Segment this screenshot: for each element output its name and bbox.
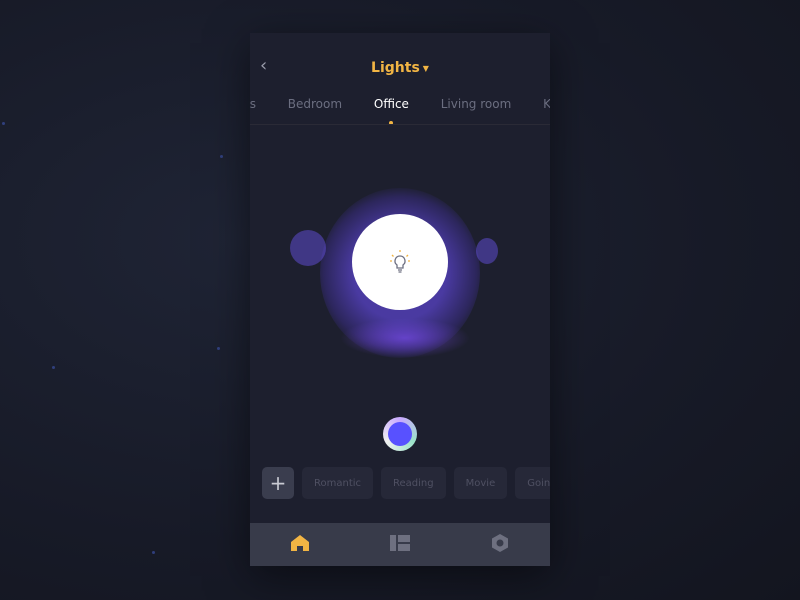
tab-bedroom[interactable]: Bedroom (288, 97, 342, 111)
selected-color-swatch (388, 422, 412, 446)
caret-down-icon: ▼ (422, 63, 429, 73)
tab-rooms[interactable]: ms (250, 97, 256, 111)
scene-reading[interactable]: Reading (381, 467, 446, 499)
particle (220, 155, 223, 158)
home-icon (291, 534, 309, 551)
nav-dashboard[interactable] (390, 534, 410, 555)
tab-living-room[interactable]: Living room (441, 97, 512, 111)
page-title[interactable]: Lights ▼ (250, 60, 550, 76)
particle (2, 122, 5, 125)
dashboard-icon (390, 534, 410, 551)
particle (52, 366, 55, 369)
tab-k[interactable]: K (543, 97, 550, 111)
scene-list: + Romantic Reading Movie Goin (262, 467, 550, 499)
room-tabs: ms Bedroom Office Living room K (250, 97, 550, 125)
title-text: Lights (371, 60, 420, 76)
phone-screen: ‹ Lights▼ ms Bedroom Office Living room … (250, 33, 550, 566)
scene-movie[interactable]: Movie (453, 467, 508, 499)
particle (152, 551, 155, 554)
add-scene-button[interactable]: + (262, 467, 294, 499)
particle (217, 347, 220, 350)
tab-office[interactable]: Office (374, 97, 409, 125)
settings-hexagon-icon (492, 533, 508, 552)
divider (250, 124, 550, 125)
nav-home[interactable] (290, 534, 310, 556)
scene-romantic[interactable]: Romantic (302, 467, 374, 499)
scene-going[interactable]: Goin (515, 467, 550, 499)
light-toggle-button[interactable] (352, 214, 448, 310)
bottom-nav (250, 523, 550, 566)
color-picker-button[interactable] (383, 417, 417, 451)
nav-settings[interactable] (490, 533, 510, 557)
lightbulb-icon (390, 250, 410, 273)
